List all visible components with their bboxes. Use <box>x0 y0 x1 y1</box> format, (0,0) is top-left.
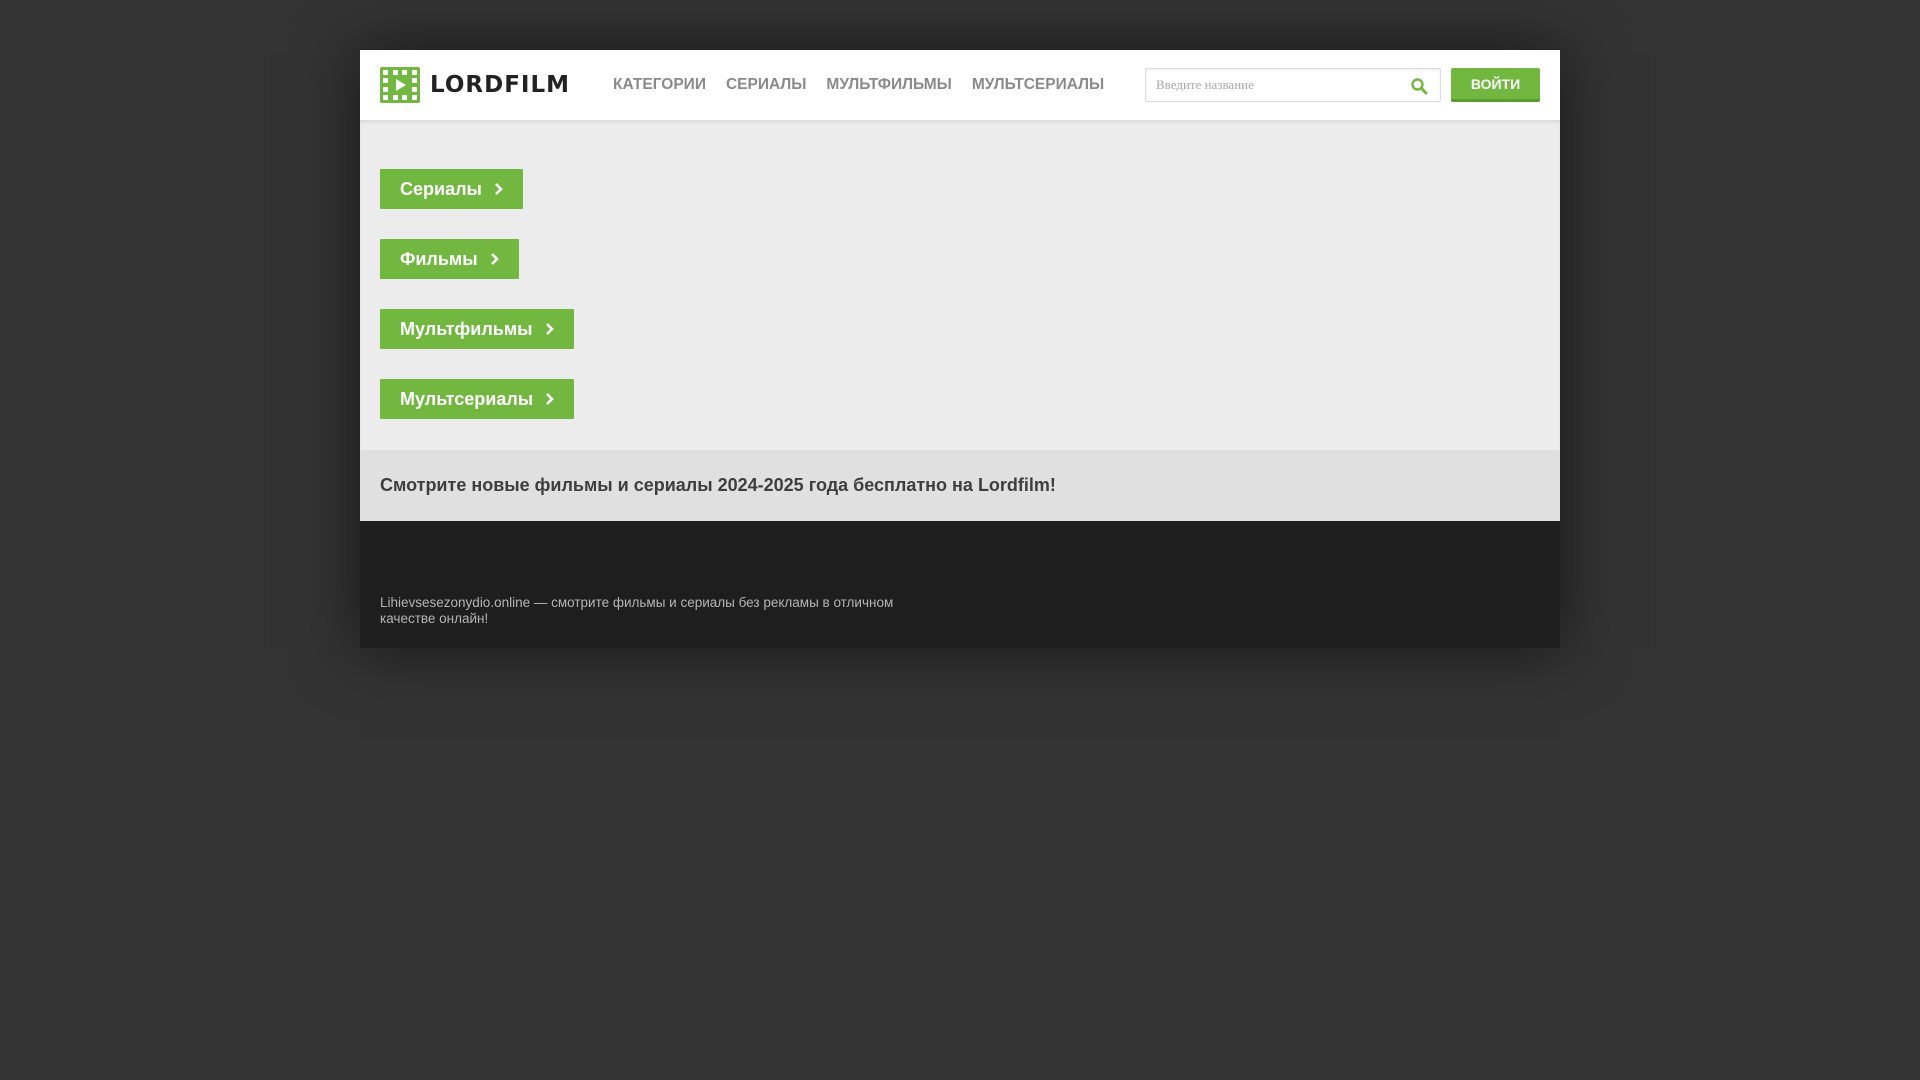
site-footer: Lihievsesezonydio.online — смотрите филь… <box>360 521 1560 648</box>
main-nav: КАТЕГОРИИ СЕРИАЛЫ МУЛЬТФИЛЬМЫ МУЛЬТСЕРИА… <box>613 76 1124 94</box>
nav-item-series[interactable]: СЕРИАЛЫ <box>726 76 806 94</box>
list-item: Сериалы <box>380 169 1560 239</box>
category-button-animated-series[interactable]: Мультсериалы <box>380 379 575 419</box>
category-button-series[interactable]: Сериалы <box>380 169 523 209</box>
chevron-right-icon <box>545 323 554 335</box>
list-item: Мультфильмы <box>380 309 1560 379</box>
chevron-right-icon <box>494 183 503 195</box>
category-button-cartoons[interactable]: Мультфильмы <box>380 309 574 349</box>
list-item: Фильмы <box>380 239 1560 309</box>
category-button-films[interactable]: Фильмы <box>380 239 519 279</box>
site-header: LORDFILM КАТЕГОРИИ СЕРИАЛЫ МУЛЬТФИЛЬМЫ М… <box>360 50 1560 120</box>
category-label: Мультсериалы <box>400 388 534 409</box>
page-container: LORDFILM КАТЕГОРИИ СЕРИАЛЫ МУЛЬТФИЛЬМЫ М… <box>360 50 1560 648</box>
category-label: Сериалы <box>400 178 482 199</box>
tagline-band: Смотрите новые фильмы и сериалы 2024-202… <box>360 450 1560 521</box>
chevron-right-icon <box>490 253 499 265</box>
search-input[interactable] <box>1146 69 1440 101</box>
list-item: Мультсериалы <box>380 379 1560 449</box>
film-strip-play-icon <box>380 67 420 103</box>
nav-item-cartoons[interactable]: МУЛЬТФИЛЬМЫ <box>826 76 951 94</box>
page-tagline: Смотрите новые фильмы и сериалы 2024-202… <box>380 475 1056 495</box>
search-icon[interactable] <box>1410 77 1428 95</box>
search-box <box>1145 68 1441 102</box>
category-label: Мультфильмы <box>400 318 533 339</box>
category-label: Фильмы <box>400 248 478 269</box>
category-list: Сериалы Фильмы Мультфильмы Мультсериалы <box>360 120 1560 450</box>
nav-item-animated-series[interactable]: МУЛЬТСЕРИАЛЫ <box>972 76 1104 94</box>
login-button[interactable]: ВОЙТИ <box>1451 68 1540 102</box>
logo-text: LORDFILM <box>430 72 571 98</box>
nav-item-categories[interactable]: КАТЕГОРИИ <box>613 76 706 94</box>
site-logo[interactable]: LORDFILM <box>380 67 570 103</box>
chevron-right-icon <box>546 393 555 405</box>
footer-text: Lihievsesezonydio.online — смотрите филь… <box>380 595 894 626</box>
